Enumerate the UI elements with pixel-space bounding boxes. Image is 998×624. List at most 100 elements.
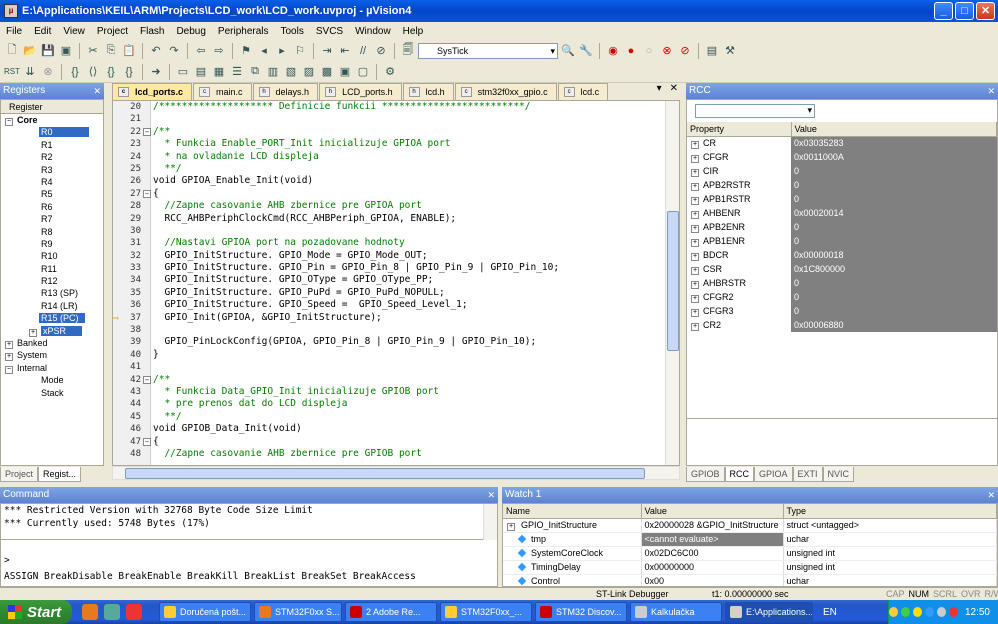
- code-line[interactable]: 25 **/: [113, 163, 679, 175]
- copy-icon[interactable]: ⎘: [103, 43, 119, 59]
- register-r7[interactable]: R7: [5, 213, 103, 225]
- panel-close-icon[interactable]: ✕: [93, 83, 101, 99]
- register-r11[interactable]: R11: [5, 263, 103, 275]
- minimize-button[interactable]: _: [934, 2, 953, 20]
- code-line[interactable]: 31 //Nastavi GPIOA port na pozadovane ho…: [113, 237, 679, 249]
- undo-icon[interactable]: ↶: [148, 43, 164, 59]
- rcc-value[interactable]: 0: [791, 178, 997, 192]
- rcc-row[interactable]: + CFGR3 0: [687, 304, 997, 318]
- memory-window-icon[interactable]: ▧: [283, 64, 299, 80]
- register-r6[interactable]: R6: [5, 201, 103, 213]
- code-editor[interactable]: 20 /******************** Definicie funkci…: [112, 100, 680, 466]
- register-r10[interactable]: R10: [5, 250, 103, 262]
- close-button[interactable]: ✕: [976, 2, 995, 20]
- code-line[interactable]: 44 * pre prenos dat do LCD displeja: [113, 398, 679, 410]
- watch-value[interactable]: 0x00: [641, 574, 784, 586]
- expand-icon[interactable]: +: [691, 224, 699, 233]
- register-r5[interactable]: R5: [5, 188, 103, 200]
- code-line[interactable]: 23 * Funkcia Enable_PORT_Init inicializu…: [113, 138, 679, 150]
- watch-row[interactable]: tmp <cannot evaluate> uchar: [503, 532, 997, 547]
- maximize-button[interactable]: □: [955, 2, 974, 20]
- expand-icon[interactable]: +: [691, 308, 699, 317]
- configure-icon[interactable]: ⚒: [722, 43, 738, 59]
- serial-window-icon[interactable]: ▨: [301, 64, 317, 80]
- watch-value[interactable]: 0x02DC6C00: [641, 546, 784, 561]
- tab-lcd-c[interactable]: c lcd.c: [557, 83, 609, 100]
- fold-toggle-icon[interactable]: −: [143, 375, 151, 384]
- tab-nvic[interactable]: NVIC: [822, 466, 855, 482]
- code-line[interactable]: 37 ⇨ GPIO_Init(GPIOA, &GPIO_InitStructure…: [113, 312, 679, 324]
- code-line[interactable]: 32 GPIO_InitStructure. GPIO_Mode = GPIO_…: [113, 250, 679, 262]
- code-line[interactable]: 30: [113, 225, 679, 237]
- rcc-row[interactable]: + CFGR2 0: [687, 290, 997, 304]
- rcc-value[interactable]: 0x00020014: [791, 206, 997, 220]
- panel-close-icon[interactable]: ✕: [987, 83, 995, 99]
- menu-edit[interactable]: Edit: [28, 26, 57, 37]
- rcc-row[interactable]: + BDCR 0x00000018: [687, 248, 997, 262]
- core-group[interactable]: − Core: [5, 114, 103, 126]
- internal-mode[interactable]: Mode: [5, 374, 103, 386]
- watch-row[interactable]: TimingDelay 0x00000000 unsigned int: [503, 560, 997, 575]
- menu-project[interactable]: Project: [91, 26, 134, 37]
- new-file-icon[interactable]: 🗋: [4, 43, 20, 59]
- rcc-row[interactable]: + APB1ENR 0: [687, 234, 997, 248]
- editor-close-icon[interactable]: ✕: [666, 83, 682, 100]
- unindent-icon[interactable]: ⇤: [337, 43, 353, 59]
- code-line[interactable]: 28 //Zapne casovanie AHB zbernice pre GP…: [113, 200, 679, 212]
- watch-row[interactable]: SystemCoreClock 0x02DC6C00 unsigned int: [503, 546, 997, 561]
- watch-row[interactable]: + GPIO_InitStructure 0x20000028 &GPIO_Init…: [503, 518, 997, 533]
- code-line[interactable]: 26 void GPIOA_Enable_Init(void): [113, 175, 679, 187]
- bookmark-icon[interactable]: ⚑: [238, 43, 254, 59]
- watch-value[interactable]: 0x20000028 &GPIO_InitStructure: [641, 518, 784, 533]
- watch-window-icon[interactable]: ▥: [265, 64, 281, 80]
- command-window-icon[interactable]: ▭: [175, 64, 191, 80]
- register-r0[interactable]: R0: [5, 126, 103, 138]
- window-icon[interactable]: ▤: [704, 43, 720, 59]
- rcc-value[interactable]: 0: [791, 304, 997, 318]
- code-line[interactable]: 34 GPIO_InitStructure. GPIO_OType = GPIO…: [113, 274, 679, 286]
- reset-icon[interactable]: RST: [4, 64, 20, 80]
- register-r2[interactable]: R2: [5, 151, 103, 163]
- tab-gpioa[interactable]: GPIOA: [754, 466, 793, 482]
- step-icon[interactable]: {}: [67, 64, 83, 80]
- rcc-row[interactable]: + AHBRSTR 0: [687, 276, 997, 290]
- menu-peripherals[interactable]: Peripherals: [212, 26, 275, 37]
- firefox-icon[interactable]: [82, 604, 98, 620]
- tab-list-icon[interactable]: ▾: [653, 83, 666, 100]
- editor-horizontal-scrollbar[interactable]: [112, 466, 680, 480]
- rcc-row[interactable]: + CIR 0: [687, 164, 997, 178]
- rcc-row[interactable]: + CSR 0x1C800000: [687, 262, 997, 276]
- tab-main-c[interactable]: c main.c: [193, 83, 252, 100]
- code-line[interactable]: 21: [113, 113, 679, 125]
- tray-icon[interactable]: [912, 607, 922, 617]
- tab-lcd-h[interactable]: h lcd.h: [402, 83, 454, 100]
- tab-delays-h[interactable]: h delays.h: [252, 83, 319, 100]
- register-xpsr[interactable]: + xPSR: [5, 325, 103, 337]
- toolbox-icon[interactable]: ⚙: [382, 64, 398, 80]
- rcc-value[interactable]: 0x00006880: [791, 318, 997, 332]
- fold-toggle-icon[interactable]: −: [143, 127, 151, 136]
- quicklaunch-icon[interactable]: [126, 604, 142, 620]
- step-over-icon[interactable]: ⟨⟩: [85, 64, 101, 80]
- command-prompt[interactable]: >: [1, 554, 10, 567]
- paste-icon[interactable]: 📋: [121, 43, 137, 59]
- fold-toggle-icon[interactable]: −: [143, 189, 151, 198]
- expand-icon[interactable]: +: [691, 280, 699, 289]
- stop-icon[interactable]: ⊗: [40, 64, 56, 80]
- command-scrollbar[interactable]: [483, 504, 497, 540]
- cut-icon[interactable]: ✂: [85, 43, 101, 59]
- rcc-value[interactable]: 0: [791, 192, 997, 206]
- code-line[interactable]: 46 void GPIOB_Data_Init(void): [113, 423, 679, 435]
- breakpoint-icon[interactable]: ●: [623, 43, 639, 59]
- task-uvision[interactable]: E:\Applications...: [725, 602, 813, 622]
- menu-window[interactable]: Window: [349, 26, 397, 37]
- expand-icon[interactable]: +: [691, 182, 699, 191]
- tray-icon[interactable]: [936, 607, 946, 617]
- save-all-icon[interactable]: ▣: [58, 43, 74, 59]
- expand-icon[interactable]: +: [691, 294, 699, 303]
- next-bookmark-icon[interactable]: ▸: [274, 43, 290, 59]
- rcc-row[interactable]: + APB2RSTR 0: [687, 178, 997, 192]
- rcc-value[interactable]: 0x00000018: [791, 248, 997, 262]
- watch-value[interactable]: 0x00000000: [641, 560, 784, 575]
- expand-icon[interactable]: +: [691, 322, 699, 331]
